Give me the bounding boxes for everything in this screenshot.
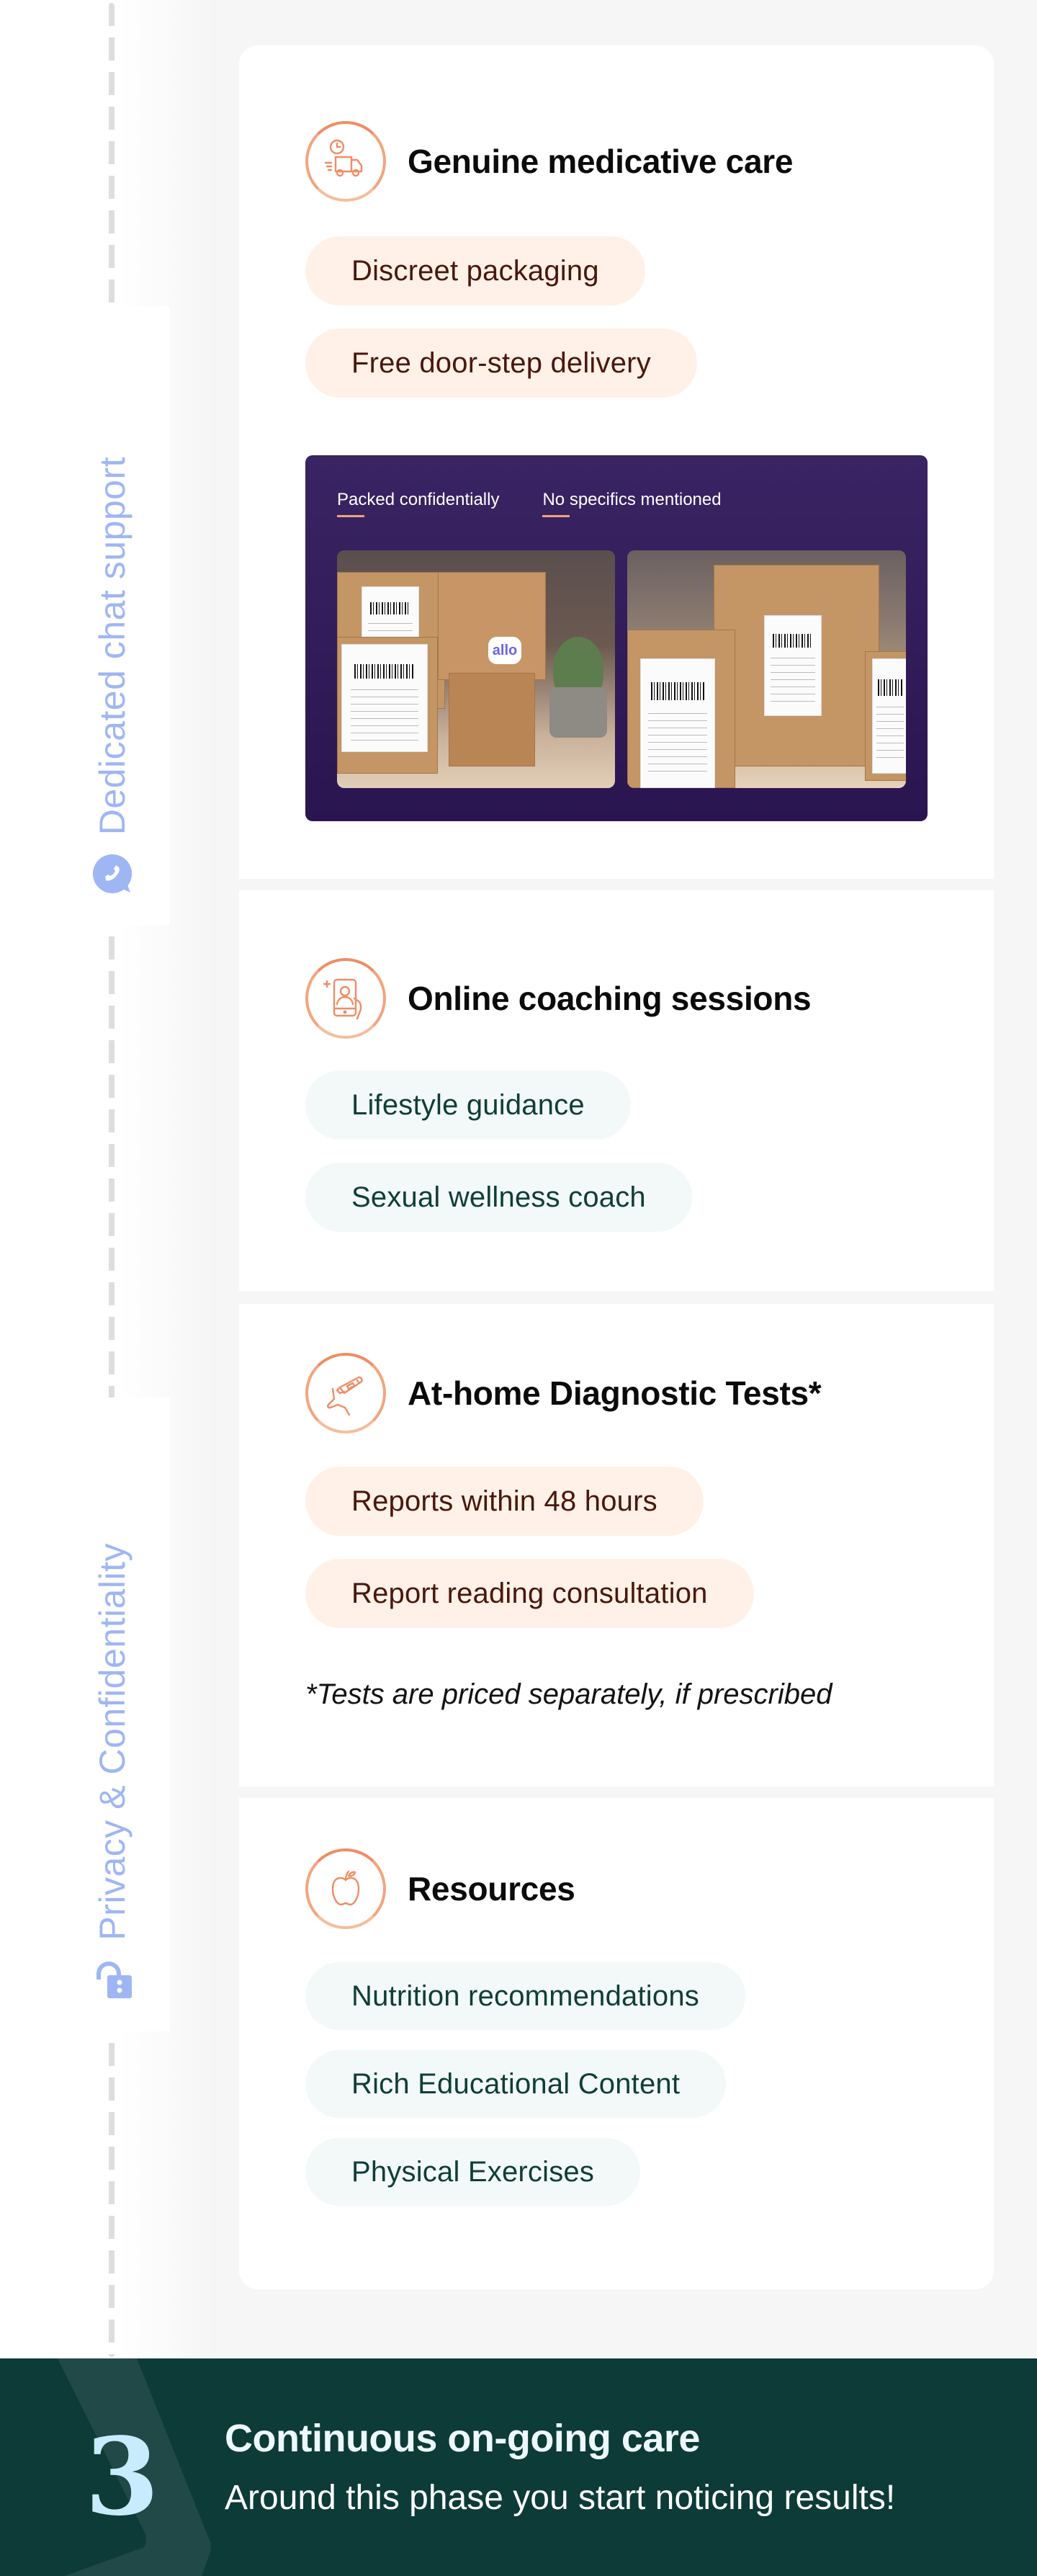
pricing-footnote: *Tests are priced separately, if prescri… — [305, 1678, 832, 1710]
card-header: Genuine medicative care — [305, 121, 994, 202]
apple-icon — [305, 1848, 386, 1929]
step-number: 3 — [85, 2414, 159, 2539]
lock-icon — [96, 1962, 132, 1998]
card-at-home-diagnostic: At-home Diagnostic Tests* Reports within… — [239, 1304, 994, 1786]
test-kit-icon — [305, 1353, 386, 1434]
side-tab-label: Dedicated chat support — [92, 456, 133, 835]
card-header: At-home Diagnostic Tests* — [305, 1353, 994, 1434]
side-tab-chat-support[interactable]: Dedicated chat support — [55, 306, 170, 926]
side-tab-label: Privacy & Confidentiality — [92, 1543, 133, 1941]
packaging-photo: allo — [337, 550, 615, 788]
card-title: At-home Diagnostic Tests* — [408, 1374, 822, 1412]
chip-list: Nutrition recommendations Rich Education… — [305, 1962, 994, 2206]
allo-logo: allo — [488, 637, 521, 664]
feature-chip: Nutrition recommendations — [305, 1962, 745, 2030]
feature-chip: Free door-step delivery — [305, 328, 697, 398]
side-tab-privacy[interactable]: Privacy & Confidentiality — [55, 1397, 170, 2031]
card-genuine-medicative-care: Genuine medicative care Discreet packagi… — [239, 45, 994, 879]
card-resources: Resources Nutrition recommendations Rich… — [239, 1798, 994, 2289]
feature-chip: Lifestyle guidance — [305, 1070, 631, 1140]
step-title: Continuous on-going care — [225, 2417, 700, 2460]
packaging-label: No specifics mentioned — [542, 490, 722, 517]
feature-chip: Physical Exercises — [305, 2138, 641, 2206]
chat-phone-icon — [92, 854, 133, 893]
delivery-truck-clock-icon — [305, 121, 386, 202]
card-header: Resources — [305, 1848, 994, 1929]
chip-list: Reports within 48 hours Report reading c… — [305, 1467, 994, 1628]
packaging-photo — [627, 550, 906, 788]
card-online-coaching: Online coaching sessions Lifestyle guida… — [239, 890, 994, 1291]
card-title: Genuine medicative care — [408, 143, 794, 180]
feature-chip: Discreet packaging — [305, 236, 645, 305]
feature-chip: Report reading consultation — [305, 1559, 754, 1628]
feature-chip: Rich Educational Content — [305, 2050, 727, 2118]
card-title: Resources — [408, 1870, 575, 1908]
step-banner: 3 Continuous on-going care Around this p… — [0, 2358, 1037, 2576]
feature-chip: Reports within 48 hours — [305, 1467, 704, 1536]
card-title: Online coaching sessions — [408, 980, 812, 1017]
packaging-label: Packed confidentially — [337, 490, 500, 517]
phone-video-call-icon — [305, 958, 386, 1039]
packaging-banner: Packed confidentially No specifics menti… — [305, 455, 928, 821]
chip-list: Lifestyle guidance Sexual wellness coach — [305, 1070, 994, 1232]
feature-chip: Sexual wellness coach — [305, 1163, 692, 1232]
step-subtitle: Around this phase you start noticing res… — [225, 2479, 896, 2517]
card-header: Online coaching sessions — [305, 958, 994, 1039]
chip-list: Discreet packaging Free door-step delive… — [305, 236, 994, 398]
